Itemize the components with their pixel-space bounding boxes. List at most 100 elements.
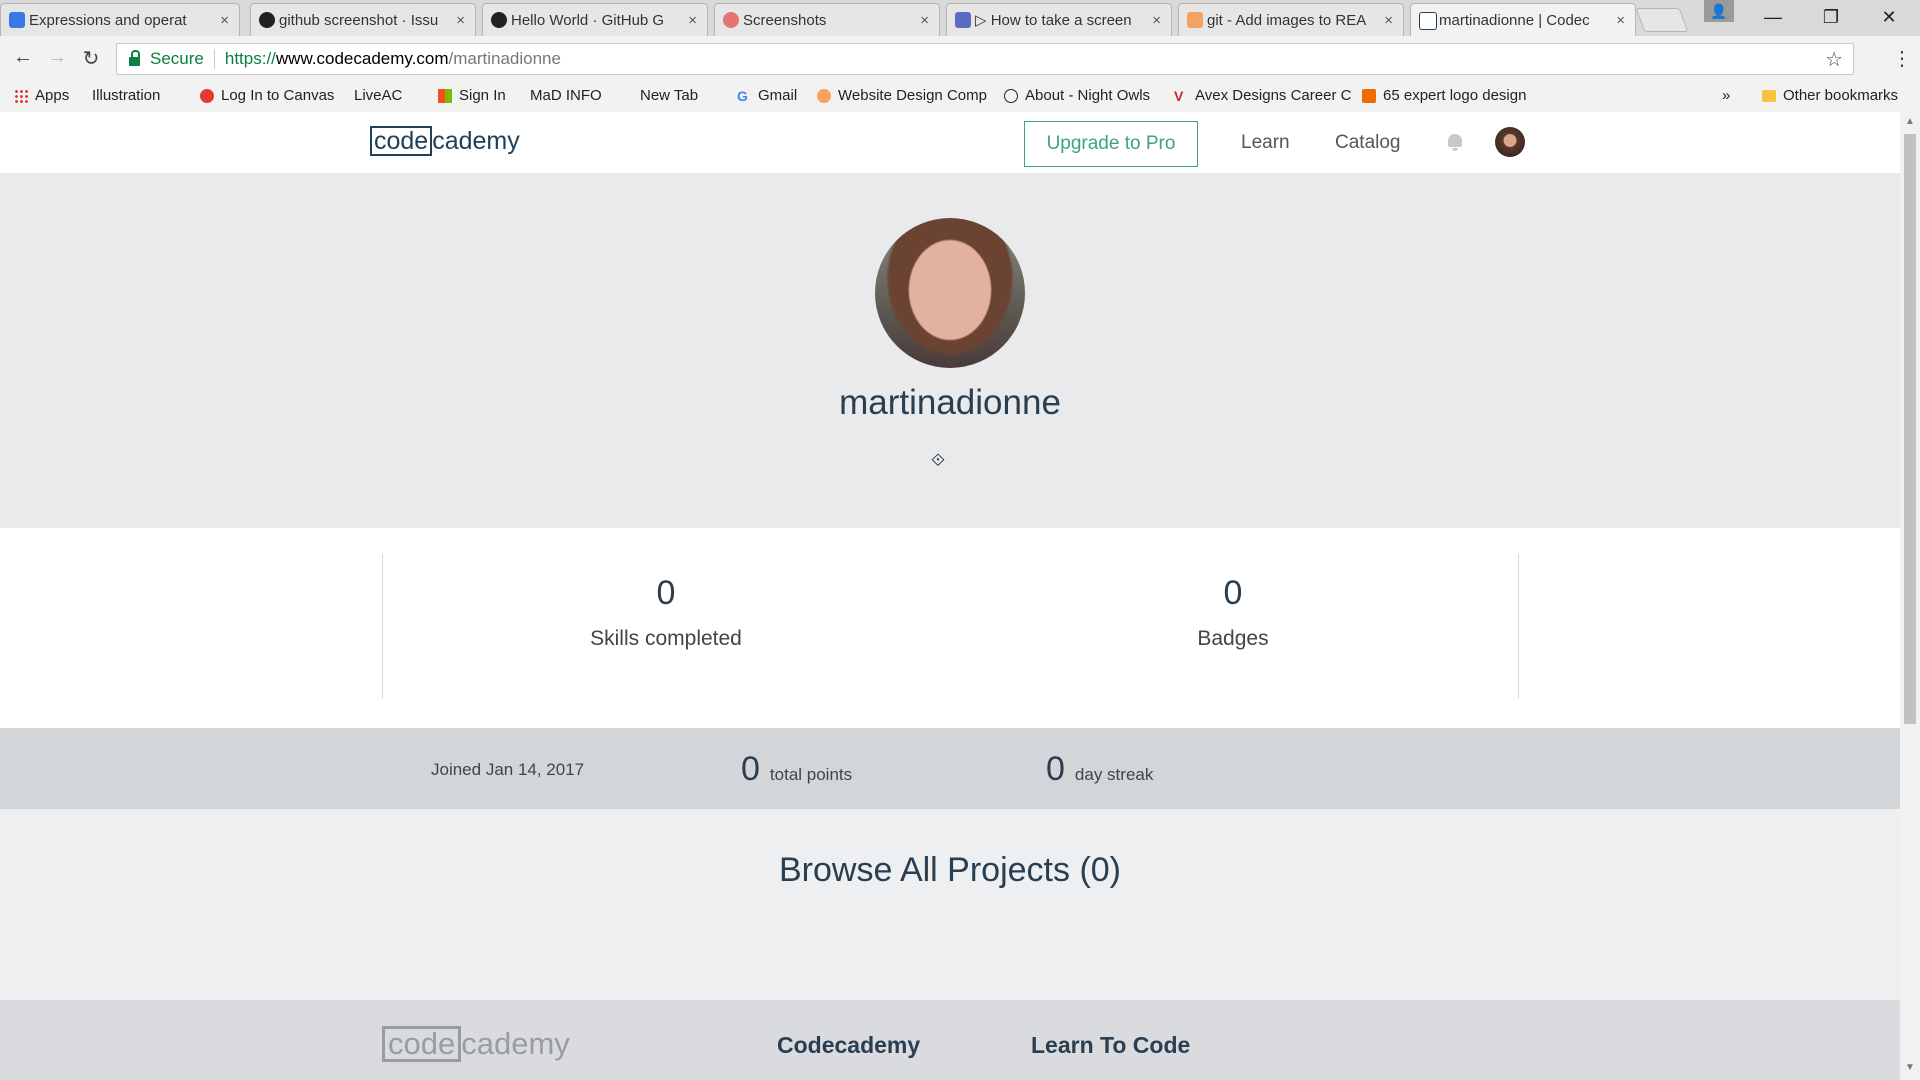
- tab-title: Screenshots: [743, 11, 827, 29]
- browse-projects-heading[interactable]: Browse All Projects (0): [0, 851, 1900, 890]
- secure-label: Secure: [150, 49, 204, 68]
- tab-close-icon[interactable]: ×: [1384, 12, 1393, 29]
- scroll-down-icon[interactable]: ▼: [1905, 1062, 1915, 1073]
- nightowls-icon: [1004, 88, 1018, 103]
- tab-strip: Expressions and operat × github screensh…: [0, 0, 1920, 36]
- bookmark-night-owls[interactable]: About - Night Owls: [1004, 87, 1150, 104]
- browser-tab[interactable]: github screenshot · Issu ×: [250, 3, 476, 36]
- tab-title: Hello World · GitHub G: [511, 11, 665, 29]
- notifications-bell-icon[interactable]: [1447, 134, 1463, 152]
- browser-tab[interactable]: Expressions and operat ×: [0, 3, 240, 36]
- tab-title: github screenshot · Issu: [279, 11, 439, 29]
- bookmark-mad-info[interactable]: MaD INFO: [530, 87, 602, 214]
- minimize-icon[interactable]: —: [1744, 0, 1802, 36]
- url-field[interactable]: Secure https://www.codecademy.com/martin…: [116, 43, 1854, 75]
- skills-completed-count: 0: [656, 574, 676, 612]
- tab-title: git - Add images to REA: [1207, 11, 1367, 29]
- address-bar: ← → ↻ Secure https://www.codecademy.com /…: [0, 36, 1920, 82]
- other-bookmarks[interactable]: Other bookmarks: [1762, 87, 1898, 104]
- back-arrow-icon[interactable]: ←: [10, 46, 36, 69]
- bookmark-star-icon[interactable]: ☆: [1825, 47, 1843, 72]
- nav-learn-link[interactable]: Learn: [1241, 132, 1290, 154]
- badges-count: 0: [1223, 574, 1243, 612]
- reload-icon[interactable]: ↻: [78, 46, 104, 71]
- apps-grid-icon: [14, 88, 28, 103]
- browser-tab[interactable]: Hello World · GitHub G ×: [482, 3, 708, 36]
- restore-icon[interactable]: ❐: [1802, 0, 1860, 36]
- bookmark-label: Other bookmarks: [1783, 87, 1899, 104]
- tab-title: ▷ How to take a screen: [975, 12, 1132, 29]
- browser-tab[interactable]: Screenshots ×: [714, 3, 940, 36]
- bookmark-label: Avex Designs Career C: [1195, 87, 1352, 104]
- github-icon: [259, 12, 275, 28]
- page-scrollbar[interactable]: ▲ ▼: [1900, 112, 1920, 1080]
- forward-arrow-icon[interactable]: →: [44, 46, 70, 69]
- tab-close-icon[interactable]: ×: [456, 12, 465, 29]
- bookmark-label: Apps: [35, 87, 70, 104]
- skills-completed-stat: 0 Skills completed: [466, 574, 866, 651]
- bookmarks-bar: Apps Illustration Log In to Canvas LiveA…: [0, 82, 1920, 214]
- bookmark-website-design[interactable]: Website Design Comp: [817, 87, 987, 104]
- bookmark-label: MaD INFO: [530, 87, 602, 104]
- tab-close-icon[interactable]: ×: [1152, 12, 1161, 29]
- bookmark-label: New Tab: [640, 87, 699, 104]
- browser-tab-active[interactable]: martinadionne | Codec ×: [1410, 3, 1636, 36]
- bookmark-sign-in[interactable]: Sign In: [438, 87, 506, 104]
- tab-title: martinadionne | Codec: [1439, 11, 1590, 29]
- profile-username: martinadionne: [839, 383, 1061, 422]
- skills-completed-label: Skills completed: [590, 627, 742, 650]
- browser-tab[interactable]: ▷ How to take a screen ×: [946, 3, 1172, 36]
- scrollbar-thumb[interactable]: [1904, 134, 1916, 724]
- site-icon: [817, 88, 831, 103]
- total-points: 0 total points: [741, 750, 852, 789]
- bookmark-label: Sign In: [459, 87, 506, 104]
- bookmark-apps[interactable]: Apps: [14, 87, 69, 104]
- browser-tab[interactable]: git - Add images to REA ×: [1178, 3, 1404, 36]
- footer-heading-codecademy: Codecademy: [777, 1032, 921, 1058]
- footer-heading-learn-to-code: Learn To Code: [1031, 1032, 1191, 1058]
- footer-logo-rest-text: cademy: [461, 1026, 570, 1061]
- tab-close-icon[interactable]: ×: [920, 12, 929, 29]
- tab-close-icon[interactable]: ×: [1616, 12, 1625, 29]
- profile-icon[interactable]: 👤: [1704, 0, 1734, 22]
- logo-rest-text: cademy: [432, 126, 520, 155]
- bookmarks-overflow-icon[interactable]: »: [1722, 87, 1730, 104]
- joined-date: Joined Jan 14, 2017: [431, 760, 585, 779]
- profile-hero: martinadionne ⟐: [0, 173, 1900, 528]
- new-tab-button[interactable]: [1635, 8, 1689, 32]
- bookmark-logo-design[interactable]: 65 expert logo design: [1362, 87, 1526, 104]
- badges-stat: 0 Badges: [1033, 574, 1433, 651]
- day-streak-value: 0: [1046, 750, 1065, 788]
- bookmark-label: 65 expert logo design: [1383, 87, 1527, 104]
- day-streak-label: day streak: [1074, 765, 1154, 784]
- profile-avatar: [875, 218, 1025, 368]
- badges-label: Badges: [1197, 627, 1269, 650]
- bookmark-illustration[interactable]: Illustration: [92, 87, 161, 214]
- tab-close-icon[interactable]: ×: [688, 12, 697, 29]
- bookmark-canvas[interactable]: Log In to Canvas: [200, 87, 334, 104]
- site-header: code cademy Upgrade to Pro Learn Catalog: [0, 112, 1900, 174]
- upgrade-to-pro-button[interactable]: Upgrade to Pro: [1024, 121, 1198, 167]
- scroll-up-icon[interactable]: ▲: [1905, 116, 1915, 127]
- browser-menu-icon[interactable]: ⋮: [1892, 46, 1912, 71]
- bookmark-new-tab[interactable]: New Tab: [640, 87, 699, 214]
- url-scheme: https://: [224, 49, 276, 68]
- bookmark-avex[interactable]: V Avex Designs Career C: [1174, 87, 1351, 104]
- page-viewport: code cademy Upgrade to Pro Learn Catalog …: [0, 112, 1900, 1080]
- bookmark-liveac[interactable]: LiveAC: [354, 87, 402, 214]
- expand-profile-icon[interactable]: ⟐: [929, 451, 947, 469]
- screenshots-icon: [723, 12, 739, 28]
- user-avatar[interactable]: [1495, 127, 1525, 157]
- nav-catalog-link[interactable]: Catalog: [1335, 132, 1401, 154]
- video-icon: [955, 12, 971, 28]
- bookmark-label: About - Night Owls: [1025, 87, 1151, 104]
- tab-close-icon[interactable]: ×: [220, 12, 229, 29]
- footer-logo[interactable]: code cademy: [382, 1026, 570, 1062]
- google-icon: G: [737, 87, 748, 104]
- bookmark-label: Illustration: [92, 87, 161, 104]
- bookmark-gmail[interactable]: G Gmail: [737, 87, 797, 104]
- codecademy-logo[interactable]: code cademy: [370, 126, 520, 156]
- url-path: /martinadionne: [448, 49, 561, 68]
- close-window-icon[interactable]: ✕: [1860, 0, 1918, 36]
- cb-icon: [1362, 88, 1376, 103]
